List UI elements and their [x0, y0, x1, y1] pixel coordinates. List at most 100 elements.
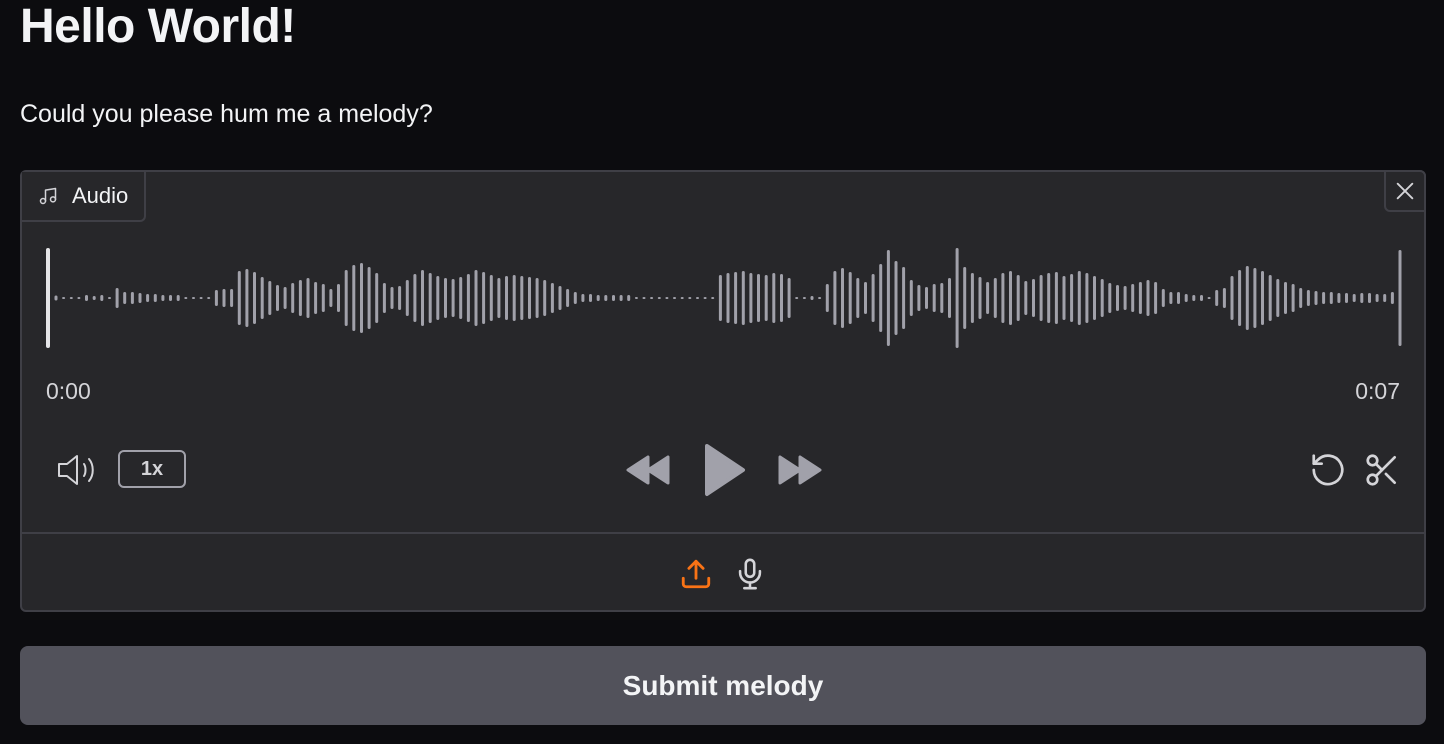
waveform-bar	[1009, 271, 1012, 325]
waveform-bar	[978, 277, 982, 319]
waveform-bar	[634, 297, 638, 299]
waveform-bar	[1375, 294, 1379, 302]
waveform-bar	[1322, 292, 1326, 304]
waveform-bar	[833, 271, 837, 325]
waveform-bar	[100, 295, 104, 301]
trim-button[interactable]	[1360, 450, 1404, 490]
upload-source-button[interactable]	[676, 554, 716, 594]
waveform-bar	[1001, 273, 1005, 323]
waveform-bar	[1016, 275, 1020, 321]
waveform-bar	[169, 295, 172, 301]
play-icon	[701, 442, 747, 498]
waveform-bar	[1222, 288, 1226, 308]
waveform-bar	[1230, 276, 1234, 320]
waveform-bar	[917, 285, 921, 311]
waveform-bar	[1253, 268, 1257, 328]
microphone-icon	[733, 556, 767, 592]
waveform-bar	[520, 276, 524, 320]
waveform-bar	[268, 281, 272, 315]
waveform-bar	[550, 283, 554, 313]
waveform-bar	[1345, 293, 1348, 303]
play-button[interactable]	[698, 440, 750, 500]
waveform-bar	[352, 265, 356, 331]
waveform-bar	[428, 273, 432, 323]
waveform-bar	[306, 278, 310, 318]
waveform-bar	[1261, 271, 1264, 325]
waveform-bar	[1024, 281, 1028, 315]
waveform-bar	[1192, 295, 1196, 301]
waveform-bar	[566, 289, 570, 307]
waveform-bar	[444, 278, 447, 318]
waveform-bar	[802, 297, 806, 299]
waveform-bar	[245, 269, 249, 327]
waveform-bar	[62, 297, 66, 299]
waveform-bar	[291, 283, 295, 313]
page-title: Hello World!	[20, 0, 296, 53]
microphone-source-button[interactable]	[730, 554, 770, 594]
waveform-bar	[581, 294, 585, 302]
waveform-bar	[1085, 273, 1089, 323]
waveform-bar	[398, 286, 402, 310]
waveform-bar	[528, 277, 531, 319]
waveform-bar	[1161, 289, 1165, 307]
waveform-bar	[337, 284, 340, 312]
playhead-cursor[interactable]	[46, 248, 50, 348]
waveform-bar	[1116, 285, 1119, 311]
waveform-bar	[92, 296, 96, 300]
waveform-bar	[505, 276, 508, 320]
waveform-bar	[1146, 280, 1150, 316]
waveform-bar	[161, 295, 165, 301]
playback-speed-button[interactable]: 1x	[118, 450, 186, 488]
waveform-bar	[665, 297, 669, 299]
waveform-bar	[1368, 293, 1371, 303]
page-subtitle: Could you please hum me a melody?	[20, 100, 433, 128]
waveform-bar	[115, 288, 119, 308]
waveform-bar	[1032, 279, 1035, 317]
waveform-bar	[955, 248, 959, 348]
waveform-bar	[879, 264, 883, 332]
waveform-bar	[1062, 276, 1066, 320]
waveform-bar	[825, 284, 829, 312]
waveform-bar	[1177, 292, 1180, 304]
submit-melody-button[interactable]: Submit melody	[20, 646, 1426, 725]
waveform-bar	[237, 271, 241, 325]
waveform-bar	[314, 282, 318, 314]
waveform-bar	[848, 272, 852, 324]
waveform-bar	[54, 295, 58, 301]
volume-button[interactable]	[54, 448, 102, 492]
reset-button[interactable]	[1306, 450, 1350, 490]
rewind-button[interactable]	[622, 448, 674, 492]
waveform-bar	[1398, 250, 1402, 346]
fast-forward-button[interactable]	[774, 448, 826, 492]
close-icon	[1394, 180, 1416, 202]
waveform-bar	[1123, 286, 1127, 310]
waveform-bar	[703, 297, 707, 299]
waveform-bar	[734, 272, 738, 324]
waveform-bar	[1138, 282, 1142, 314]
waveform-bar	[573, 292, 577, 304]
waveform-bar	[276, 285, 279, 311]
reset-icon	[1309, 451, 1347, 489]
waveform-bar	[138, 293, 142, 303]
clear-audio-button[interactable]	[1384, 170, 1426, 212]
waveform-bar	[726, 273, 730, 323]
scissors-icon	[1363, 451, 1401, 489]
waveform-bar	[199, 297, 203, 299]
waveform-bar	[886, 250, 890, 346]
waveform-bar	[130, 292, 134, 304]
waveform-bar	[1291, 284, 1295, 312]
waveform-bar	[360, 263, 363, 333]
waveform[interactable]	[46, 248, 1402, 348]
waveform-bar	[749, 273, 753, 323]
waveform-bar	[390, 287, 394, 309]
waveform-bar	[741, 271, 745, 325]
waveform-bar	[673, 297, 676, 299]
waveform-bar	[948, 278, 951, 318]
waveform-bar	[818, 297, 822, 299]
waveform-bar	[986, 282, 990, 314]
waveform-bar	[459, 277, 463, 319]
waveform-bar	[77, 297, 81, 299]
waveform-bar	[382, 283, 386, 313]
waveform-bar	[184, 297, 188, 299]
waveform-bar	[85, 295, 88, 301]
